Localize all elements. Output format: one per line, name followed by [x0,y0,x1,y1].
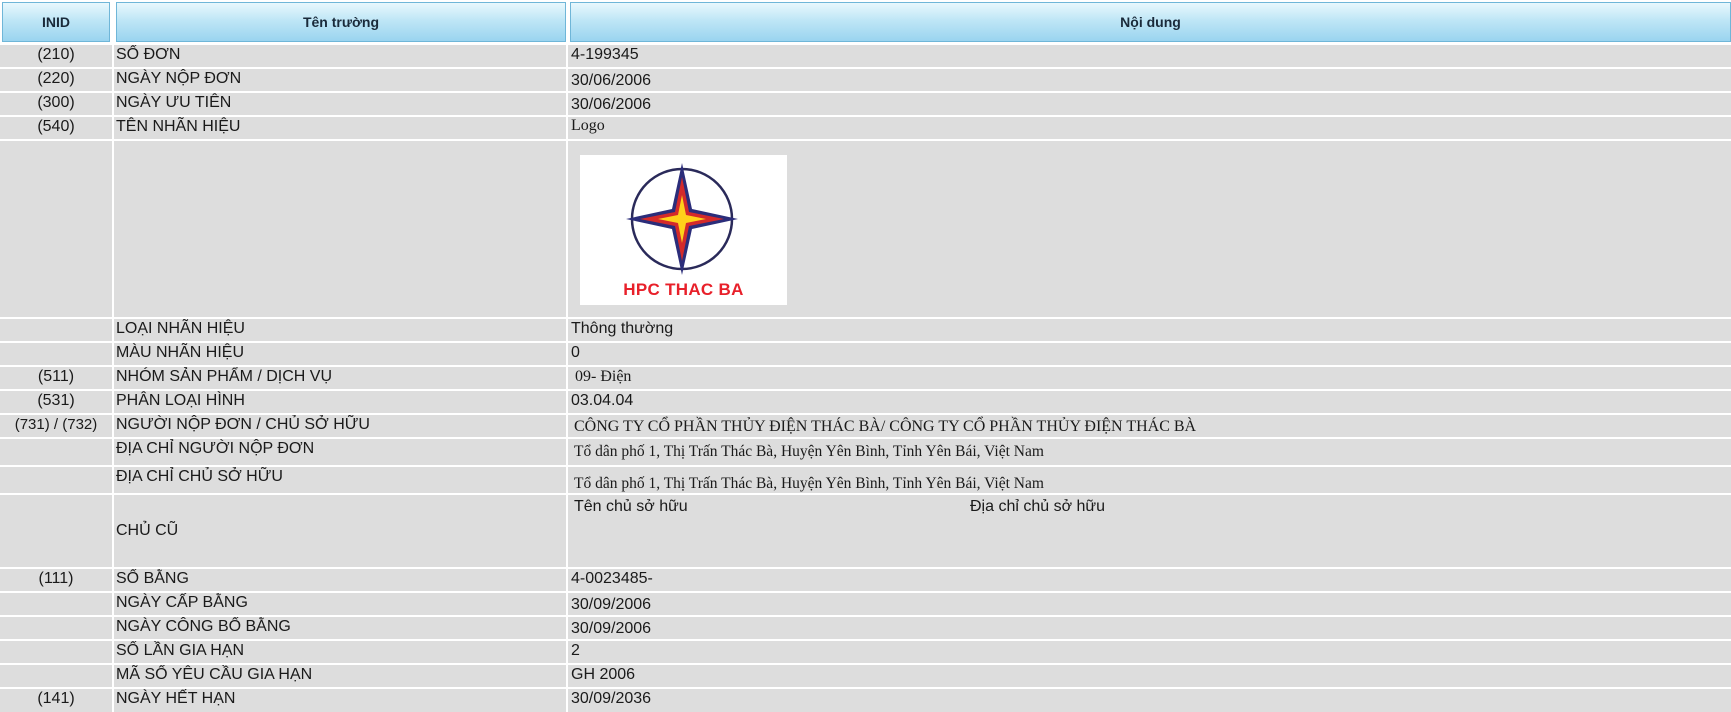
value-cell: 30/09/2006 [568,593,1731,615]
value-cell: Logo [568,117,1731,139]
field-name-cell [114,141,566,317]
field-name-cell: MÀU NHÃN HIỆU [114,343,566,365]
value-cell: 30/09/2006 [568,617,1731,639]
table-row: (141) NGÀY HẾT HẠN 30/09/2036 [0,689,1731,712]
field-name-cell: NGÀY ƯU TIÊN [114,93,566,115]
inid-cell [0,141,112,317]
field-name-cell: TÊN NHÃN HIỆU [114,117,566,139]
table-row: (731) / (732) NGƯỜI NỘP ĐƠN / CHỦ SỞ HỮU… [0,415,1731,437]
field-name-cell: MÃ SỐ YÊU CẦU GIA HẠN [114,665,566,687]
value-cell: Tổ dân phố 1, Thị Trấn Thác Bà, Huyện Yê… [568,439,1731,465]
table-row: (210) SỐ ĐƠN 4-199345 [0,45,1731,67]
inid-cell [0,319,112,341]
inid-cell [0,641,112,663]
value-cell: Tổ dân phố 1, Thị Trấn Thác Bà, Huyện Yê… [568,467,1731,493]
field-name-cell: NGÀY CẤP BẰNG [114,593,566,615]
value-cell: 30/06/2006 [568,93,1731,115]
value-cell: Tên chủ sở hữu Địa chỉ chủ sở hữu [568,495,1731,567]
inid-cell: (141) [0,689,112,712]
value-cell: 4-199345 [568,45,1731,67]
field-name-cell: SỐ BẰNG [114,569,566,591]
value-cell: 0 [568,343,1731,365]
inid-cell: (731) / (732) [0,415,112,437]
field-name-cell: SỐ LẦN GIA HẠN [114,641,566,663]
logo-wordmark: HPC THAC BA [623,280,744,299]
column-header-field-name: Tên trường [116,2,566,42]
table-row: (511) NHÓM SẢN PHẨM / DỊCH VỤ 09- Điện [0,367,1731,389]
inid-cell [0,495,112,567]
table-row-logo [0,141,1731,317]
inid-cell [0,593,112,615]
inid-cell [0,617,112,639]
field-name-cell: PHÂN LOẠI HÌNH [114,391,566,413]
inid-cell: (540) [0,117,112,139]
value-cell: 2 [568,641,1731,663]
field-name-cell: NHÓM SẢN PHẨM / DỊCH VỤ [114,367,566,389]
field-name-cell: LOẠI NHÃN HIỆU [114,319,566,341]
table-row: MÀU NHÃN HIỆU 0 [0,343,1731,365]
field-name-cell: CHỦ CŨ [114,495,566,567]
inid-cell [0,665,112,687]
previous-owner-name-label: Tên chủ sở hữu [574,498,688,515]
table-row: (300) NGÀY ƯU TIÊN 30/06/2006 [0,93,1731,115]
field-name-cell: SỐ ĐƠN [114,45,566,67]
inid-cell: (220) [0,69,112,91]
field-name-cell: ĐỊA CHỈ NGƯỜI NỘP ĐƠN [114,439,566,465]
value-cell: CÔNG TY CỔ PHẦN THỦY ĐIỆN THÁC BÀ/ CÔNG … [568,415,1731,437]
table-row: NGÀY CÔNG BỐ BẰNG 30/09/2006 [0,617,1731,639]
field-name-cell: NGÀY CÔNG BỐ BẰNG [114,617,566,639]
table-row: ĐỊA CHỈ NGƯỜI NỘP ĐƠN Tổ dân phố 1, Thị … [0,439,1731,465]
table-row: ĐỊA CHỈ CHỦ SỞ HỮU Tổ dân phố 1, Thị Trấ… [0,467,1731,493]
field-name-cell: NGƯỜI NỘP ĐƠN / CHỦ SỞ HỮU [114,415,566,437]
inid-cell: (511) [0,367,112,389]
field-name-cell: NGÀY NỘP ĐƠN [114,69,566,91]
value-cell: Thông thường [568,319,1731,341]
value-cell: 03.04.04 [568,391,1731,413]
inid-cell: (111) [0,569,112,591]
value-cell: 09- Điện [568,367,1731,389]
table-row: (111) SỐ BẰNG 4-0023485- [0,569,1731,591]
table-row: MÃ SỐ YÊU CẦU GIA HẠN GH 2006 [0,665,1731,687]
inid-cell [0,467,112,493]
inid-cell [0,439,112,465]
value-cell: 30/09/2036 [568,689,1731,712]
previous-owner-address-label: Địa chỉ chủ sở hữu [970,498,1106,515]
inid-cell: (300) [0,93,112,115]
table-row: NGÀY CẤP BẰNG 30/09/2006 [0,593,1731,615]
table-row: LOẠI NHÃN HIỆU Thông thường [0,319,1731,341]
table-row-previous-owner: CHỦ CŨ Tên chủ sở hữu Địa chỉ chủ sở hữu [0,495,1731,567]
trademark-logo: HPC THAC BA [580,155,787,305]
field-name-cell: ĐỊA CHỈ CHỦ SỞ HỮU [114,467,566,493]
inid-cell: (531) [0,391,112,413]
column-header-inid: INID [2,2,110,42]
table-row: SỐ LẦN GIA HẠN 2 [0,641,1731,663]
inid-cell [0,343,112,365]
column-header-content: Nội dung [570,2,1731,42]
value-cell: 4-0023485- [568,569,1731,591]
value-cell: GH 2006 [568,665,1731,687]
table-row: (531) PHÂN LOẠI HÌNH 03.04.04 [0,391,1731,413]
field-name-cell: NGÀY HẾT HẠN [114,689,566,712]
table-row: (220) NGÀY NỘP ĐƠN 30/06/2006 [0,69,1731,91]
inid-cell: (210) [0,45,112,67]
value-cell: 30/06/2006 [568,69,1731,91]
table-row: (540) TÊN NHÃN HIỆU Logo [0,117,1731,139]
